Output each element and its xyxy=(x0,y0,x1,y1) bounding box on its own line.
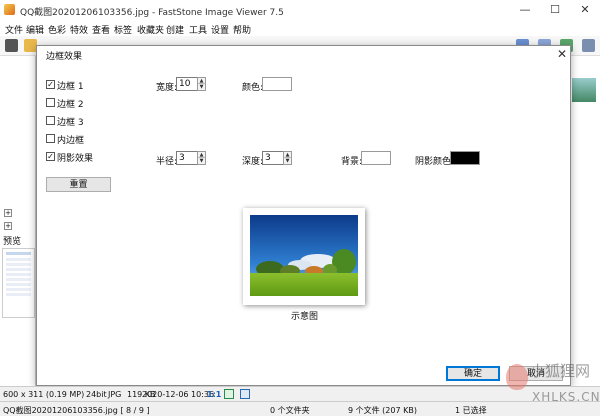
tree-expand-icon[interactable]: + xyxy=(4,209,12,217)
preview-image xyxy=(250,215,358,296)
width-stepper[interactable]: ▲ ▼ xyxy=(197,77,206,91)
depth-spinner[interactable]: 3 ▲ ▼ xyxy=(262,151,292,165)
border1-checkbox[interactable]: ✓ xyxy=(46,80,55,89)
file-datetime: 2020-12-06 10:36 xyxy=(142,390,215,399)
radius-spinner[interactable]: 3 ▲ ▼ xyxy=(176,151,206,165)
camera-icon[interactable] xyxy=(5,39,18,52)
menu-edit[interactable]: 编辑 xyxy=(26,23,44,36)
file-count: 9 个文件 (207 KB) xyxy=(348,406,417,415)
border2-checkbox[interactable] xyxy=(46,98,55,107)
radius-input[interactable]: 3 xyxy=(176,151,198,165)
file-format: JPG xyxy=(108,390,122,399)
border3-option[interactable]: 边框 3 xyxy=(46,115,84,128)
window-title-bar: QQ截图20201206103356.jpg - FastStone Image… xyxy=(0,0,600,20)
menu-effects[interactable]: 特效 xyxy=(70,23,88,36)
right-panel xyxy=(570,56,600,386)
watermark-cn: 小狐狸网 xyxy=(530,362,591,380)
maximize-button[interactable]: ☐ xyxy=(540,0,570,20)
preview-label: 预览 xyxy=(3,237,22,247)
shadow-option[interactable]: ✓ 阴影效果 xyxy=(46,151,93,164)
close-window-button[interactable]: ✕ xyxy=(570,0,600,20)
border-effect-dialog: 边框效果 ✕ ✓ 边框 1 边框 2 边框 3 内边框 ✓ 阴影效果 宽度: 10 … xyxy=(36,45,571,386)
zoom-level[interactable]: 1:1 xyxy=(207,390,221,399)
color-label: 颜色: xyxy=(242,83,264,93)
actual-size-icon[interactable] xyxy=(240,389,250,399)
inner-border-checkbox[interactable] xyxy=(46,134,55,143)
fox-logo-icon xyxy=(506,364,528,390)
grid-view-icon[interactable] xyxy=(582,39,595,52)
background-label: 背景: xyxy=(341,157,363,167)
bit-depth: 24bit xyxy=(86,390,107,399)
dialog-title: 边框效果 xyxy=(46,52,83,62)
border3-checkbox[interactable] xyxy=(46,116,55,125)
border-color-swatch[interactable] xyxy=(262,77,292,91)
app-icon xyxy=(4,4,15,15)
width-spinner[interactable]: 10 ▲ ▼ xyxy=(176,77,206,91)
reset-button[interactable]: 重置 xyxy=(46,177,111,192)
menu-create[interactable]: 创建 xyxy=(166,23,184,36)
menu-color[interactable]: 色彩 xyxy=(48,23,66,36)
menu-favorites[interactable]: 收藏夹 xyxy=(137,23,164,36)
selection-count: 1 已选择 xyxy=(455,406,487,415)
border2-option[interactable]: 边框 2 xyxy=(46,97,84,110)
menu-bar: 文件 编辑 色彩 特效 查看 标签 收藏夹 创建 工具 设置 帮助 xyxy=(0,20,600,36)
width-input[interactable]: 10 xyxy=(176,77,198,91)
watermark-en: XHLKS.CN xyxy=(532,390,600,404)
menu-help[interactable]: 帮助 xyxy=(233,23,251,36)
folder-tree-panel: + + 预览 xyxy=(0,56,36,386)
shadow-checkbox[interactable]: ✓ xyxy=(46,152,55,161)
ok-button[interactable]: 确定 xyxy=(446,366,500,381)
dialog-close-button[interactable]: ✕ xyxy=(554,46,570,62)
menu-tags[interactable]: 标签 xyxy=(114,23,132,36)
depth-input[interactable]: 3 xyxy=(262,151,284,165)
depth-label: 深度: xyxy=(242,157,264,167)
width-label: 宽度: xyxy=(156,83,178,93)
depth-stepper[interactable]: ▲ ▼ xyxy=(283,151,292,165)
image-dimensions: 600 x 311 (0.19 MP) xyxy=(3,390,85,399)
folder-count: 0 个文件夹 xyxy=(270,406,310,415)
background-color-swatch[interactable] xyxy=(361,151,391,165)
menu-view[interactable]: 查看 xyxy=(92,23,110,36)
menu-file[interactable]: 文件 xyxy=(5,23,23,36)
menu-settings[interactable]: 设置 xyxy=(211,23,229,36)
site-watermark: 小狐狸网 XHLKS.CN xyxy=(506,358,600,416)
inner-border-option[interactable]: 内边框 xyxy=(46,133,84,146)
current-file: QQ截图20201206103356.jpg [ 8 / 9 ] xyxy=(3,406,150,415)
radius-label: 半径: xyxy=(156,157,178,167)
menu-tools[interactable]: 工具 xyxy=(189,23,207,36)
preview-caption: 示意图 xyxy=(290,312,318,322)
shadow-color-swatch[interactable] xyxy=(450,151,480,165)
radius-stepper[interactable]: ▲ ▼ xyxy=(197,151,206,165)
minimize-button[interactable]: — xyxy=(510,0,540,20)
border1-option[interactable]: ✓ 边框 1 xyxy=(46,79,84,92)
tree-expand-icon[interactable]: + xyxy=(4,222,12,230)
fit-window-icon[interactable] xyxy=(224,389,234,399)
window-title: QQ截图20201206103356.jpg - FastStone Image… xyxy=(20,8,284,18)
shadow-color-label: 阴影颜色: xyxy=(415,157,455,167)
preview-thumbnail xyxy=(2,248,35,318)
border-preview xyxy=(243,208,365,305)
thumbnail-image[interactable] xyxy=(572,78,596,102)
